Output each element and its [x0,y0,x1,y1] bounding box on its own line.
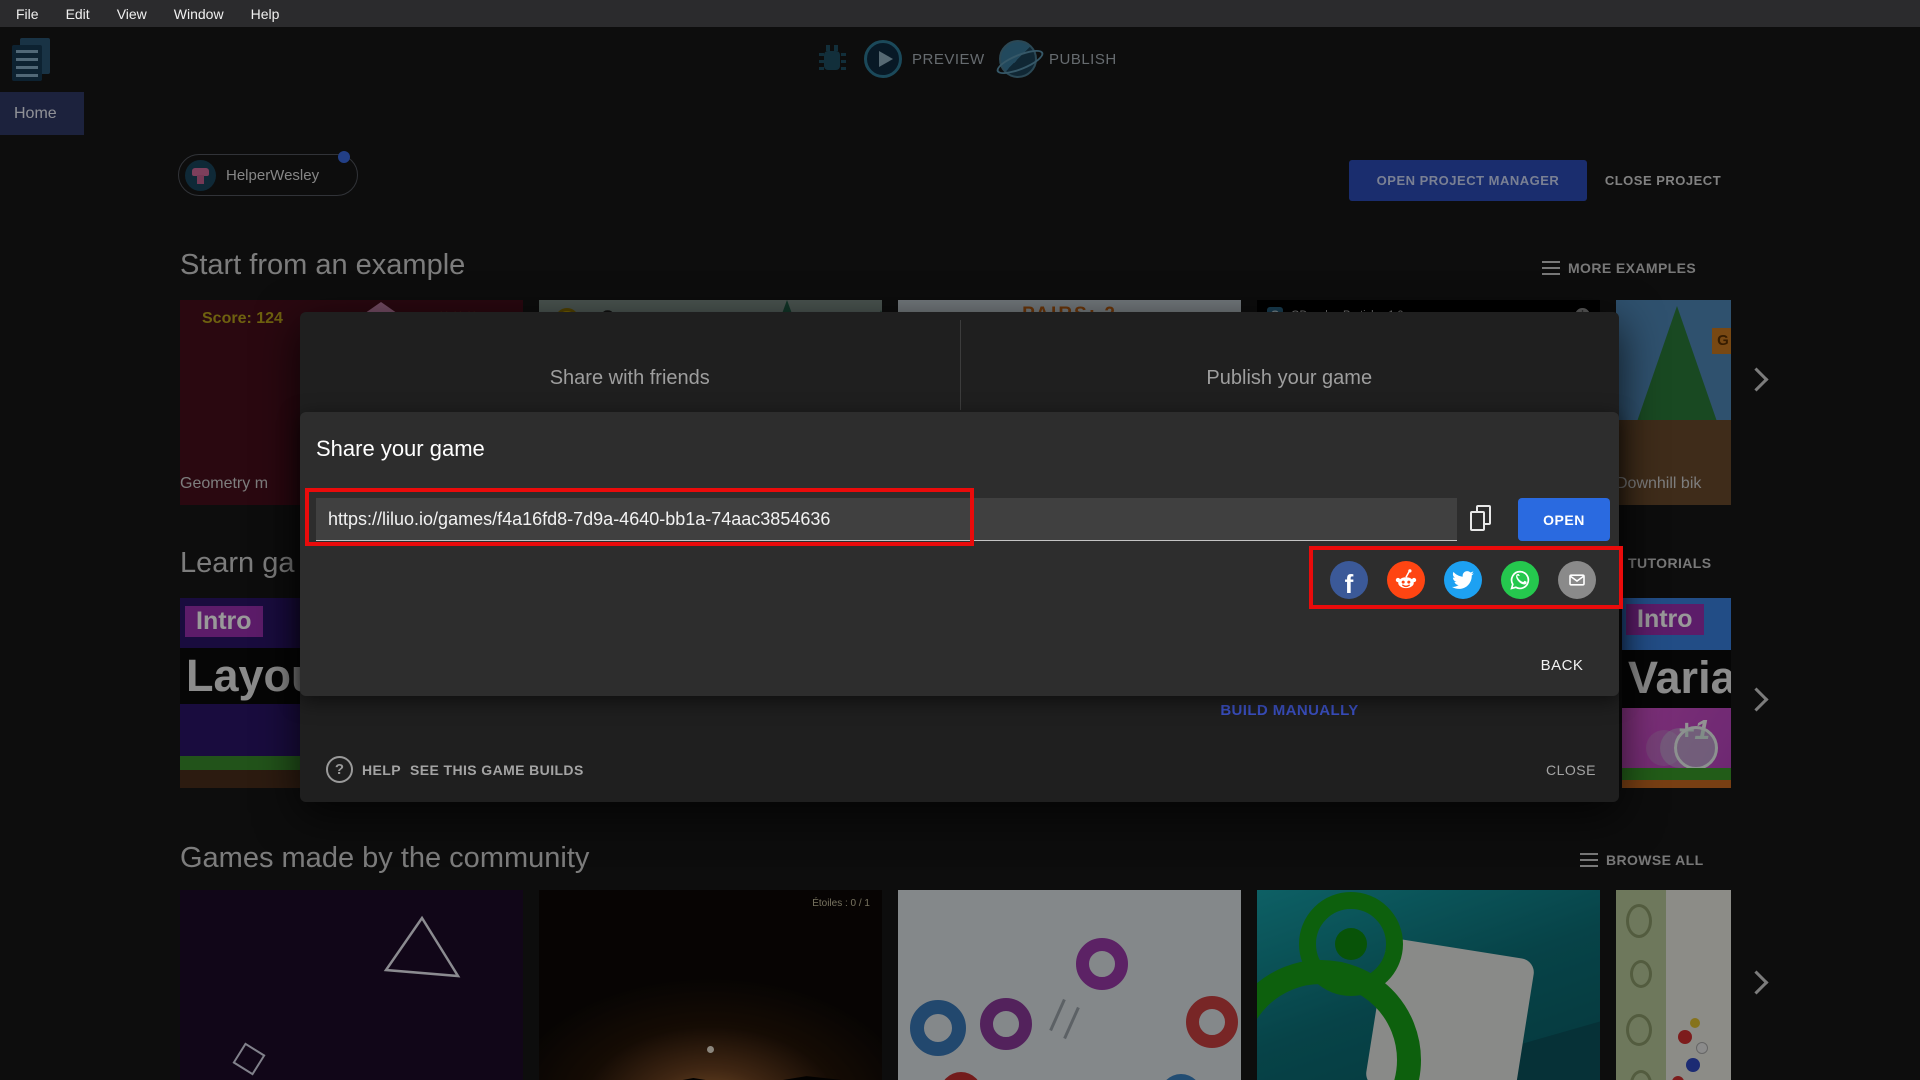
facebook-icon: f [1344,568,1354,599]
close-dialog-button[interactable]: CLOSE [1536,754,1606,786]
help-button[interactable]: HELP [362,762,401,778]
menu-help[interactable]: Help [251,6,280,22]
game-url-input[interactable] [316,498,1457,541]
help-question-icon[interactable]: ? [326,756,353,783]
share-twitter-button[interactable] [1444,561,1482,599]
publish-dialog: Share with friends Publish your game BUI… [300,312,1619,802]
tab-share-with-friends[interactable]: Share with friends [300,312,960,412]
menu-file[interactable]: File [16,6,39,22]
see-game-builds-button[interactable]: SEE THIS GAME BUILDS [410,762,584,778]
tab-publish-your-game[interactable]: Publish your game [960,312,1620,412]
tab-divider [959,320,961,410]
email-envelope-icon [1569,574,1585,586]
open-game-button[interactable]: OPEN [1518,498,1610,541]
twitter-icon [1452,571,1474,589]
menu-edit[interactable]: Edit [66,6,90,22]
share-panel-title: Share your game [316,436,485,461]
app-window: File Edit View Window Help PREVIEW PUBLI… [0,0,1920,1080]
share-reddit-button[interactable] [1387,561,1425,599]
share-facebook-button[interactable]: f [1330,561,1368,599]
whatsapp-icon [1510,570,1530,590]
reddit-icon [1395,569,1417,589]
back-button[interactable]: BACK [1530,652,1594,678]
share-panel: Share your game OPEN f [300,412,1619,696]
copy-url-button[interactable] [1464,502,1500,538]
menu-view[interactable]: View [117,6,147,22]
dialog-footer: ? HELP SEE THIS GAME BUILDS CLOSE [300,752,1619,802]
share-whatsapp-button[interactable] [1501,561,1539,599]
social-share-buttons: f [1330,561,1596,599]
share-email-button[interactable] [1558,561,1596,599]
menu-bar: File Edit View Window Help [0,0,1920,27]
build-manually-link[interactable]: BUILD MANUALLY [960,702,1619,719]
menu-window[interactable]: Window [174,6,224,22]
